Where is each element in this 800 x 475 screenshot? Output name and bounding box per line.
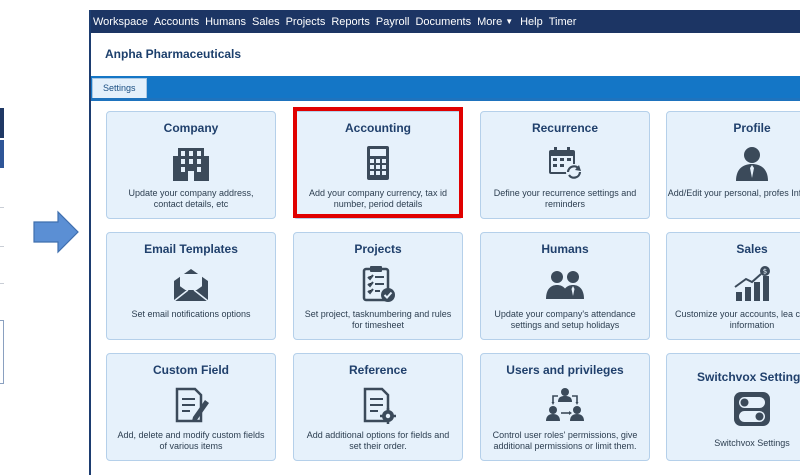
- card-description: Define your recurrence settings and remi…: [493, 188, 637, 209]
- tab-settings[interactable]: Settings: [92, 78, 147, 98]
- card-description: Add/Edit your personal, profes Informati…: [667, 188, 800, 198]
- card-title: Profile: [733, 121, 771, 135]
- top-nav: Workspace Accounts Humans Sales Projects…: [89, 10, 800, 33]
- card-reference[interactable]: Reference Add additional options for fie…: [293, 353, 463, 461]
- card-description: Switchvox Settings: [714, 438, 790, 448]
- card-switchvox-settings[interactable]: Switchvox Settings Switchvox Settings: [666, 353, 800, 461]
- svg-text:$: $: [763, 268, 767, 276]
- toggle-switch-icon: [734, 392, 770, 426]
- card-title: Custom Field: [152, 363, 229, 377]
- nav-documents[interactable]: Documents: [415, 16, 471, 28]
- card-description: Add, delete and modify custom fields of …: [117, 430, 265, 451]
- nav-accounts[interactable]: Accounts: [154, 16, 199, 28]
- envelope-icon: [173, 269, 209, 302]
- card-title: Switchvox Settings: [696, 370, 800, 384]
- nav-workspace[interactable]: Workspace: [93, 16, 148, 28]
- card-sales[interactable]: Sales $ Customize your accounts, lea con…: [666, 232, 800, 340]
- people-icon: [546, 271, 584, 299]
- card-custom-field[interactable]: Custom Field Add, delete and modify cust…: [106, 353, 276, 461]
- card-description: Add additional options for fields and se…: [306, 430, 450, 451]
- company-name: Anpha Pharmaceuticals: [105, 47, 242, 61]
- card-description: Update your company's attendance setting…: [494, 309, 636, 330]
- card-description: Update your company address, contact det…: [128, 188, 254, 209]
- nav-payroll[interactable]: Payroll: [376, 16, 410, 28]
- caret-down-icon[interactable]: ▼: [505, 17, 513, 26]
- slide-edge-blue: [0, 140, 4, 168]
- tab-bar: [89, 76, 800, 98]
- card-title: Projects: [354, 242, 402, 256]
- window-left-border: [89, 10, 91, 475]
- user-network-icon: [546, 388, 584, 421]
- card-title: Humans: [541, 242, 589, 256]
- accounting-highlight-box: [293, 107, 463, 218]
- card-title: Users and privileges: [506, 363, 624, 377]
- slide-rule: [0, 246, 4, 247]
- card-title: Company: [163, 121, 219, 135]
- nav-more[interactable]: More: [477, 16, 502, 28]
- card-email-templates[interactable]: Email Templates Set email notifications …: [106, 232, 276, 340]
- card-title: Sales: [736, 242, 768, 256]
- nav-help[interactable]: Help: [520, 16, 543, 28]
- user-icon: [736, 147, 768, 181]
- nav-timer[interactable]: Timer: [549, 16, 577, 28]
- card-description: Set email notifications options: [131, 309, 251, 319]
- card-title: Reference: [348, 363, 408, 377]
- clipboard-check-icon: [362, 266, 395, 302]
- card-company[interactable]: Company Update your company address, con…: [106, 111, 276, 219]
- slide-rule: [0, 283, 4, 284]
- screenshot-stage: Workspace Accounts Humans Sales Projects…: [0, 0, 800, 475]
- card-title: Email Templates: [144, 242, 238, 256]
- card-recurrence[interactable]: Recurrence Define your recurrence settin…: [480, 111, 650, 219]
- calendar-refresh-icon: [549, 147, 582, 180]
- building-icon: [173, 148, 209, 181]
- card-description: Control user roles' permissions, give ad…: [492, 430, 638, 451]
- card-description: Set project, tasknumbering and rules for…: [304, 309, 452, 330]
- sales-chart-icon: $: [734, 266, 770, 301]
- document-gear-icon: [363, 387, 396, 424]
- slide-box: [0, 320, 4, 384]
- nav-humans[interactable]: Humans: [205, 16, 246, 28]
- card-title: Recurrence: [531, 121, 599, 135]
- slide-edge-dark: [0, 108, 4, 138]
- edit-document-icon: [175, 387, 209, 423]
- card-profile[interactable]: Profile Add/Edit your personal, profes I…: [666, 111, 800, 219]
- slide-rule: [0, 207, 4, 208]
- nav-sales[interactable]: Sales: [252, 16, 280, 28]
- card-description: Customize your accounts, lea contacts in…: [674, 309, 800, 330]
- pointer-arrow-icon: [33, 210, 79, 254]
- card-projects[interactable]: Projects Set project, tasknumbering and …: [293, 232, 463, 340]
- card-users-privileges[interactable]: Users and privileges Control user roles'…: [480, 353, 650, 461]
- card-humans[interactable]: Humans Update your company's attendance …: [480, 232, 650, 340]
- nav-projects[interactable]: Projects: [286, 16, 326, 28]
- nav-reports[interactable]: Reports: [331, 16, 370, 28]
